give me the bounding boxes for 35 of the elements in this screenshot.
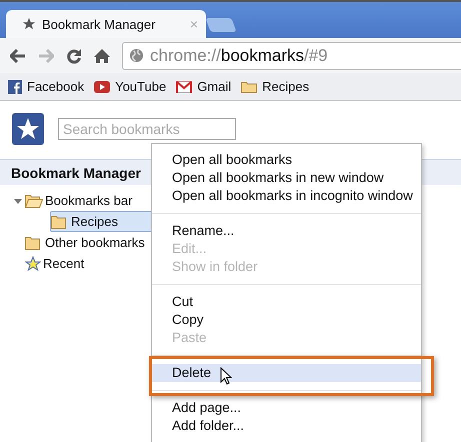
play-icon [94,80,110,92]
new-tab-button[interactable] [205,18,237,32]
folder-icon [241,80,258,93]
mail-icon [176,80,192,92]
menu-item[interactable]: Open all bookmarks in new window [152,169,421,187]
menu-item[interactable]: Open all bookmarks [152,151,421,169]
reload-icon[interactable] [66,48,82,64]
search-field[interactable]: Search bookmarks [58,118,236,140]
back-icon[interactable] [10,48,26,62]
expand-arrow-icon[interactable] [14,196,22,204]
tree-item[interactable]: Recent [24,253,146,274]
folder-icon [51,214,69,228]
menu-item[interactable]: Add folder... [152,417,421,435]
bookmark-item[interactable]: Facebook [8,79,84,94]
url-text: chrome://bookmarks/#9 [150,46,328,66]
globe-icon [129,48,144,63]
star-icon [25,256,41,272]
address-bar[interactable]: chrome://bookmarks/#9 [122,42,461,70]
star-icon [22,17,36,31]
menu-item[interactable]: Cut [152,293,421,311]
menu-item[interactable]: Delete [152,364,421,382]
star-logo-icon [12,113,44,145]
menu-item[interactable]: Copy [152,311,421,329]
bookmark-item[interactable]: YouTube [94,79,166,94]
browser-tab[interactable]: Bookmark Manager × [6,10,206,38]
menu-item[interactable]: Add page... [152,399,421,417]
bookmark-item[interactable]: Recipes [241,79,310,94]
folder-icon [25,194,43,208]
home-icon[interactable] [94,48,110,64]
facebook-icon [8,80,22,94]
cursor-icon [220,367,232,385]
page-title: Bookmark Manager [11,164,141,180]
menu-item[interactable]: Open all bookmarks in incognito window [152,187,421,205]
folder-icon [25,236,43,250]
bookmark-item[interactable]: Gmail [176,79,232,94]
